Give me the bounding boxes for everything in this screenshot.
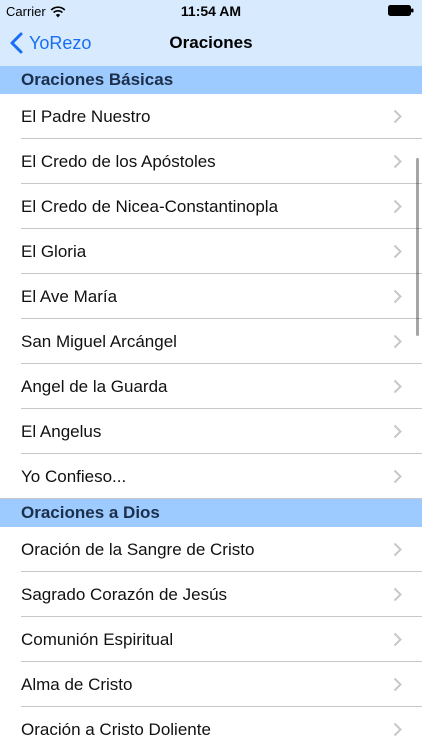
chevron-right-icon <box>393 109 402 124</box>
list-item-label: Angel de la Guarda <box>21 376 168 396</box>
list-item[interactable]: Alma de Cristo <box>0 662 422 707</box>
chevron-right-icon <box>393 424 402 439</box>
list-item[interactable]: El Gloria <box>0 229 422 274</box>
chevron-right-icon <box>393 677 402 692</box>
list-item[interactable]: Yo Confieso... <box>0 454 422 499</box>
section-header: Oraciones Básicas <box>0 66 422 94</box>
chevron-right-icon <box>393 722 402 737</box>
list-item-label: El Padre Nuestro <box>21 106 151 126</box>
scroll-indicator[interactable] <box>416 158 419 336</box>
list-item-label: Sagrado Corazón de Jesús <box>21 584 228 604</box>
list-item-label: El Credo de Nicea-Constantinopla <box>21 196 279 216</box>
chevron-right-icon <box>393 154 402 169</box>
list-item[interactable]: El Angelus <box>0 409 422 454</box>
list-item[interactable]: El Credo de los Apóstoles <box>0 139 422 184</box>
top-bar: Carrier 11:54 AM YoRezo Oraciones <box>0 0 422 66</box>
prayer-list[interactable]: Oraciones Básicas El Padre Nuestro El Cr… <box>0 66 422 750</box>
list-item[interactable]: Angel de la Guarda <box>0 364 422 409</box>
chevron-right-icon <box>393 542 402 557</box>
battery-icon <box>388 5 414 16</box>
list-item-label: El Gloria <box>21 241 87 261</box>
chevron-right-icon <box>393 244 402 259</box>
list-item-label: El Ave María <box>21 286 118 306</box>
list-item[interactable]: San Miguel Arcángel <box>0 319 422 364</box>
list-item-label: Oración a Cristo Doliente <box>21 719 211 739</box>
list-item[interactable]: El Ave María <box>0 274 422 319</box>
status-time: 11:54 AM <box>180 3 242 19</box>
list-item-label: El Credo de los Apóstoles <box>21 151 216 171</box>
list-item[interactable]: El Padre Nuestro <box>0 94 422 139</box>
section-header: Oraciones a Dios <box>0 499 422 527</box>
chevron-right-icon <box>393 199 402 214</box>
app-screen: Carrier 11:54 AM YoRezo Oraciones Oracio… <box>0 0 422 750</box>
chevron-right-icon <box>393 469 402 484</box>
chevron-right-icon <box>393 379 402 394</box>
list-item[interactable]: Sagrado Corazón de Jesús <box>0 572 422 617</box>
list-item-label: Oración de la Sangre de Cristo <box>21 539 255 559</box>
status-bar: Carrier 11:54 AM <box>0 0 422 22</box>
chevron-right-icon <box>393 334 402 349</box>
chevron-right-icon <box>393 289 402 304</box>
navigation-bar: YoRezo Oraciones <box>0 22 422 66</box>
page-title: Oraciones <box>169 33 253 52</box>
chevron-right-icon <box>393 587 402 602</box>
list-item-label: Alma de Cristo <box>21 674 133 694</box>
list-item-label: Yo Confieso... <box>21 466 127 486</box>
list-item[interactable]: Oración a Cristo Doliente <box>0 707 422 750</box>
list-item-label: Comunión Espiritual <box>21 629 174 649</box>
list-item-label: El Angelus <box>21 421 102 441</box>
list-item[interactable]: Oración de la Sangre de Cristo <box>0 527 422 572</box>
list-item[interactable]: El Credo de Nicea-Constantinopla <box>0 184 422 229</box>
list-item[interactable]: Comunión Espiritual <box>0 617 422 662</box>
chevron-right-icon <box>393 632 402 647</box>
list-item-label: San Miguel Arcángel <box>21 331 177 351</box>
